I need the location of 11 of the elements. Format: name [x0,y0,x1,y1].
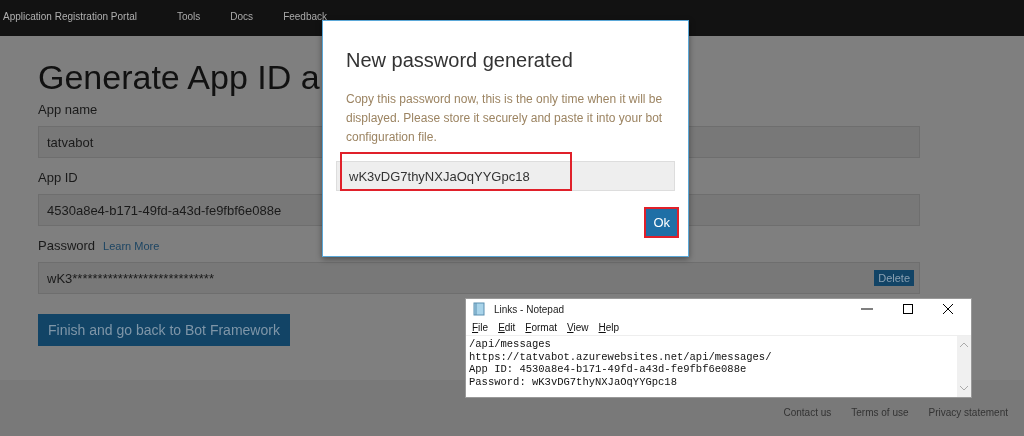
window-title: Links - Notepad [494,303,565,315]
dialog-title: New password generated [346,49,574,72]
text-line: Password: wK3vDG7thyNXJaOqYYGpc18 [469,375,678,388]
field-label: Password [38,238,96,253]
page-heading: Generate App ID a [38,57,320,98]
field-label: App ID [38,170,78,185]
text-line: /api/messages [469,338,552,351]
text-line: App ID: 4530a8e4-b171-49fd-a43d-fe9fbf6e088e [469,363,748,376]
text-line: https://tatvabot.azurewebsites.net/api/messages/ [469,350,773,363]
dialog-message: Copy this password now, this is the only time when it will be displayed. Please store it securely and paste it into your bot configuration file. [346,91,664,146]
field-label: App name [38,102,98,117]
